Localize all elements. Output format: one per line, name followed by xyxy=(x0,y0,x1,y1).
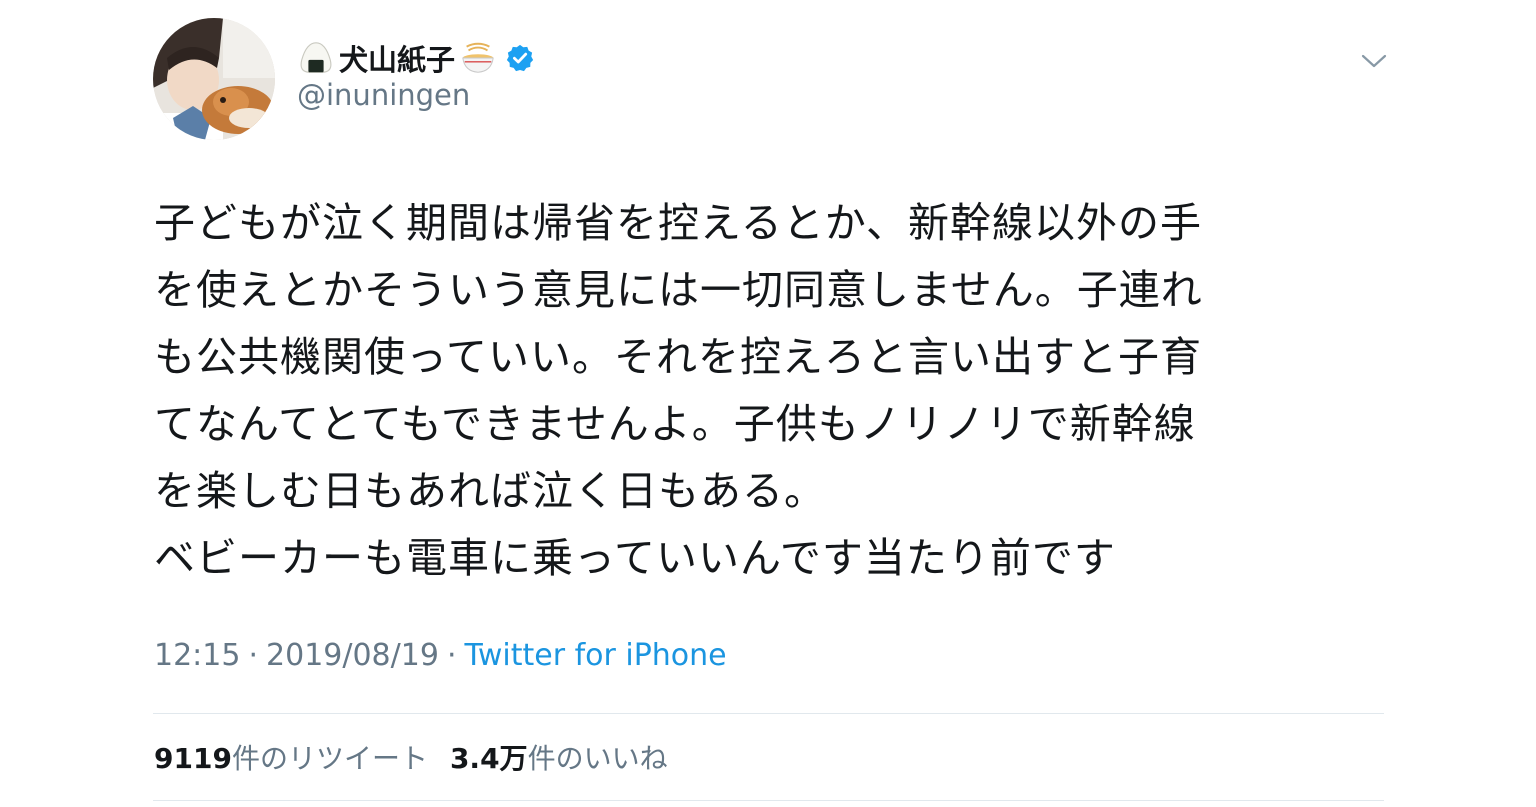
tweet-text-line: 子どもが泣く期間は帰省を控えるとか、新幹線以外の手 xyxy=(154,199,1202,247)
tweet-date[interactable]: 2019/08/19 xyxy=(266,638,439,673)
like-stat[interactable]: 3.4万 件のいいね xyxy=(450,737,668,777)
tweet-stats: 9119 件のリツイート 3.4万 件のいいね xyxy=(154,737,668,777)
author-name-row[interactable]: 犬山紙子 xyxy=(297,36,535,80)
like-count: 3.4万 xyxy=(449,742,528,775)
avatar[interactable] xyxy=(153,18,275,140)
tweet-meta: 12:15 · 2019/08/19 · Twitter for iPhone xyxy=(154,638,727,673)
rice-ball-icon xyxy=(297,39,335,77)
display-name: 犬山紙子 xyxy=(339,43,456,77)
ramen-bowl-icon xyxy=(459,39,497,77)
retweet-count: 9119 xyxy=(154,742,232,775)
author-handle[interactable]: @inuningen xyxy=(297,78,470,112)
tweet-text-line: ベビーカーも電車に乗っていいんです当たり前です xyxy=(154,534,1116,582)
tweet-text: 子どもが泣く期間は帰省を控えるとか、新幹線以外の手 を使えとかそういう意見には一… xyxy=(154,190,1384,592)
chevron-down-icon[interactable] xyxy=(1361,52,1387,70)
tweet-text-line: を使えとかそういう意見には一切同意しません。子連れ xyxy=(154,266,1203,314)
tweet-card: 犬山紙子 @inuningen 子どもが泣く期間は帰省を控えるとか、新幹線以外の… xyxy=(0,0,1536,807)
meta-separator: · xyxy=(248,638,259,673)
divider xyxy=(153,713,1384,714)
retweet-stat[interactable]: 9119 件のリツイート xyxy=(154,737,428,777)
avatar-image xyxy=(153,18,275,140)
divider xyxy=(153,800,1384,801)
retweet-label: 件のリツイート xyxy=(231,742,428,775)
tweet-text-line: も公共機関使っていい。それを控えろと言い出すと子育 xyxy=(154,333,1202,381)
verified-badge-icon xyxy=(505,43,535,73)
tweet-text-line: てなんてとてもできませんよ。子供もノリノリで新幹線 xyxy=(154,400,1196,448)
tweet-time[interactable]: 12:15 xyxy=(154,638,240,673)
tweet-source-link[interactable]: Twitter for iPhone xyxy=(464,638,726,673)
tweet-text-line: を楽しむ日もあれば泣く日もある。 xyxy=(154,467,826,515)
like-label: 件のいいね xyxy=(527,742,668,775)
meta-separator: · xyxy=(446,638,457,673)
